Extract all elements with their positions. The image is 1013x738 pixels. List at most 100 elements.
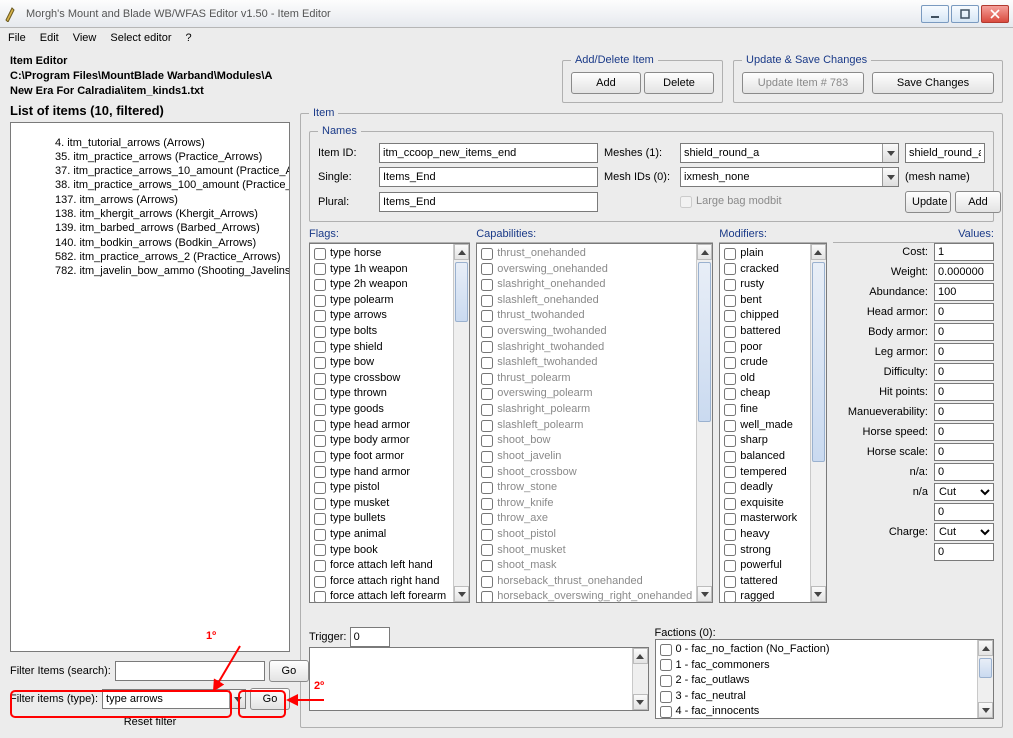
capabilities-list[interactable]: thrust_onehanded overswing_onehanded sla… — [476, 243, 713, 603]
list-item[interactable]: 582. itm_practice_arrows_2 (Practice_Arr… — [55, 250, 285, 264]
list-item[interactable]: throw_knife — [481, 496, 692, 512]
list-item[interactable]: poor — [724, 340, 805, 356]
trigger-input[interactable] — [350, 627, 390, 647]
value-input[interactable] — [934, 423, 994, 441]
list-item[interactable]: shoot_javelin — [481, 449, 692, 465]
list-item[interactable]: sharp — [724, 433, 805, 449]
list-item[interactable]: overswing_polearm — [481, 386, 692, 402]
list-item[interactable]: 140. itm_bodkin_arrows (Bodkin_Arrows) — [55, 236, 285, 250]
value-input[interactable] — [934, 543, 994, 561]
list-item[interactable]: type musket — [314, 496, 449, 512]
add-item-button[interactable]: Add — [571, 72, 641, 94]
list-item[interactable]: type body armor — [314, 433, 449, 449]
list-item[interactable]: 38. itm_practice_arrows_100_amount (Prac… — [55, 178, 285, 192]
list-item[interactable]: 138. itm_khergit_arrows (Khergit_Arrows) — [55, 207, 285, 221]
list-item[interactable]: type thrown — [314, 386, 449, 402]
list-item[interactable]: 3 - fac_neutral — [660, 689, 974, 705]
value-input[interactable] — [934, 283, 994, 301]
list-item[interactable]: type 2h weapon — [314, 277, 449, 293]
list-item[interactable]: type horse — [314, 246, 449, 262]
list-item[interactable]: old — [724, 371, 805, 387]
meshids-select[interactable] — [680, 167, 899, 187]
reset-filter[interactable]: Reset filter — [10, 716, 290, 728]
value-input[interactable] — [934, 463, 994, 481]
list-item[interactable]: throw_axe — [481, 511, 692, 527]
scrollbar[interactable] — [632, 648, 648, 710]
scrollbar[interactable] — [810, 244, 826, 602]
list-item[interactable]: thrust_twohanded — [481, 308, 692, 324]
list-item[interactable]: thrust_onehanded — [481, 246, 692, 262]
item-id-input[interactable] — [379, 143, 598, 163]
value-input[interactable] — [934, 383, 994, 401]
list-item[interactable]: exquisite — [724, 496, 805, 512]
list-item[interactable]: powerful — [724, 558, 805, 574]
list-item[interactable]: throw_stone — [481, 480, 692, 496]
list-item[interactable]: type bolts — [314, 324, 449, 340]
list-item[interactable]: type crossbow — [314, 371, 449, 387]
list-item[interactable]: shoot_mask — [481, 558, 692, 574]
list-item[interactable]: balanced — [724, 449, 805, 465]
list-item[interactable]: type foot armor — [314, 449, 449, 465]
list-item[interactable]: slashleft_onehanded — [481, 293, 692, 309]
list-item[interactable]: heavy — [724, 527, 805, 543]
list-item[interactable]: chipped — [724, 308, 805, 324]
list-item[interactable]: type shield — [314, 340, 449, 356]
update-item-button[interactable]: Update Item # 783 — [742, 72, 864, 94]
list-item[interactable]: battered — [724, 324, 805, 340]
list-item[interactable]: slashleft_polearm — [481, 418, 692, 434]
single-input[interactable] — [379, 167, 598, 187]
list-item[interactable]: overswing_twohanded — [481, 324, 692, 340]
list-item[interactable]: thrust_polearm — [481, 371, 692, 387]
value-input[interactable] — [934, 443, 994, 461]
mesh-add-button[interactable]: Add — [955, 191, 1001, 213]
value-input[interactable] — [934, 243, 994, 261]
list-item[interactable]: type animal — [314, 527, 449, 543]
mesh-update-button[interactable]: Update — [905, 191, 951, 213]
scrollbar[interactable] — [696, 244, 712, 602]
list-item[interactable]: slashright_onehanded — [481, 277, 692, 293]
filter-search-input[interactable] — [115, 661, 265, 681]
list-item[interactable]: 782. itm_javelin_bow_ammo (Shooting_Jave… — [55, 264, 285, 278]
meshes-select[interactable] — [680, 143, 899, 163]
list-item[interactable]: 35. itm_practice_arrows (Practice_Arrows… — [55, 150, 285, 164]
list-item[interactable]: type book — [314, 543, 449, 559]
list-item[interactable]: shoot_bow — [481, 433, 692, 449]
list-item[interactable]: type 1h weapon — [314, 262, 449, 278]
list-item[interactable]: type pistol — [314, 480, 449, 496]
list-item[interactable]: well_made — [724, 418, 805, 434]
scrollbar[interactable] — [453, 244, 469, 602]
save-changes-button[interactable]: Save Changes — [872, 72, 994, 94]
list-item[interactable]: cheap — [724, 386, 805, 402]
minimize-button[interactable] — [921, 5, 949, 23]
list-item[interactable]: type bow — [314, 355, 449, 371]
filter-type-select[interactable] — [102, 689, 246, 709]
value-select[interactable]: Cut — [934, 483, 994, 501]
list-item[interactable]: 4. itm_tutorial_arrows (Arrows) — [55, 136, 285, 150]
menu-select-editor[interactable]: Select editor — [110, 32, 171, 44]
factions-list[interactable]: 0 - fac_no_faction (No_Faction) 1 - fac_… — [655, 639, 995, 719]
list-item[interactable]: type head armor — [314, 418, 449, 434]
mesh-name-input[interactable] — [905, 143, 985, 163]
list-item[interactable]: 139. itm_barbed_arrows (Barbed_Arrows) — [55, 221, 285, 235]
list-item[interactable]: slashleft_twohanded — [481, 355, 692, 371]
list-item[interactable]: rusty — [724, 277, 805, 293]
list-item[interactable]: tempered — [724, 465, 805, 481]
list-item[interactable]: type polearm — [314, 293, 449, 309]
list-item[interactable]: deadly — [724, 480, 805, 496]
value-input[interactable] — [934, 403, 994, 421]
delete-item-button[interactable]: Delete — [644, 72, 714, 94]
list-item[interactable]: overswing_onehanded — [481, 262, 692, 278]
list-item[interactable]: strong — [724, 543, 805, 559]
list-item[interactable]: cracked — [724, 262, 805, 278]
list-item[interactable]: 4 - fac_innocents — [660, 704, 974, 719]
list-item[interactable]: force attach left hand — [314, 558, 449, 574]
list-item[interactable]: 2 - fac_outlaws — [660, 673, 974, 689]
list-item[interactable]: force attach right hand — [314, 574, 449, 590]
list-item[interactable]: ragged — [724, 589, 805, 603]
list-item[interactable]: slashright_twohanded — [481, 340, 692, 356]
value-input[interactable] — [934, 263, 994, 281]
list-item[interactable]: 137. itm_arrows (Arrows) — [55, 193, 285, 207]
scrollbar[interactable] — [977, 640, 993, 718]
filter-type-go[interactable]: Go — [250, 688, 290, 710]
menu-help[interactable]: ? — [186, 32, 192, 44]
